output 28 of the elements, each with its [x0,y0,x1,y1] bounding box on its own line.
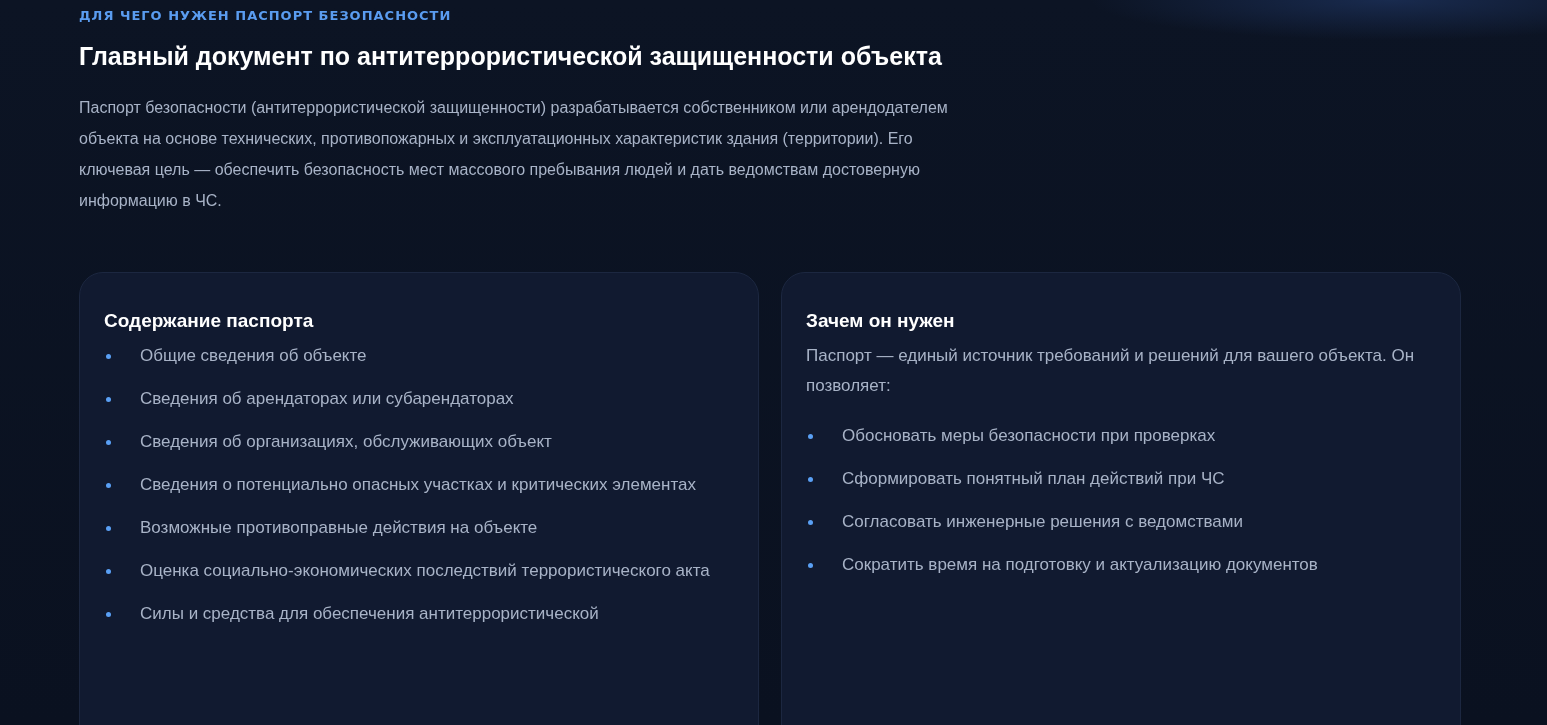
list-item-text: Силы и средства для обеспечения антитеррористической [140,603,599,625]
bullet-icon [106,483,111,488]
bullet-icon [808,563,813,568]
list-item-text: Сведения об арендаторах или субарендаторах [140,388,514,410]
card-lead: Паспорт — единый источник требований и решений для вашего объекта. Он позволяет: [806,345,1416,397]
list-item-text: Согласовать инженерные решения с ведомствами [842,511,1243,533]
list-item-text: Оценка социально-экономических последствий террористического акта [140,560,710,582]
bullet-icon [808,434,813,439]
list-item-text: Сформировать понятный план действий при ЧС [842,468,1225,490]
bullet-icon [808,520,813,525]
bullet-icon [106,612,111,617]
list-item-text: Обосновать меры безопасности при проверках [842,425,1216,447]
list-item-text: Общие сведения об объекте [140,345,367,367]
bullet-icon [106,354,111,359]
bullet-icon [106,569,111,574]
card-title: Содержание паспорта [104,309,315,333]
list-item-text: Сведения об организациях, обслуживающих объект [140,431,552,453]
intro-paragraph: Паспорт безопасности (антитеррористической защищенности) разрабатывается собственником или арендодателем объекта на основе технических, противопожарных и эксплуатационных характеристик здания (территории). Его ключевая цель — обеспечить безопасность мест массового пребывания людей и дать ведомствам достоверную информацию в ЧС. [79,98,949,211]
section-eyebrow: ДЛЯ ЧЕГО НУЖЕН ПАСПОРТ БЕЗОПАСНОСТИ [79,7,453,25]
bullet-icon [106,526,111,531]
list-item-text: Сведения о потенциально опасных участках и критических элементах [140,474,696,496]
bullet-icon [106,397,111,402]
list-item-text: Возможные противоправные действия на объекте [140,517,538,539]
bullet-icon [808,477,813,482]
bullet-icon [106,440,111,445]
list-item-text: Сократить время на подготовку и актуализацию документов [842,554,1318,576]
card-title: Зачем он нужен [806,309,956,333]
section-title: Главный документ по антитеррористической защищенности объекта [79,41,943,72]
